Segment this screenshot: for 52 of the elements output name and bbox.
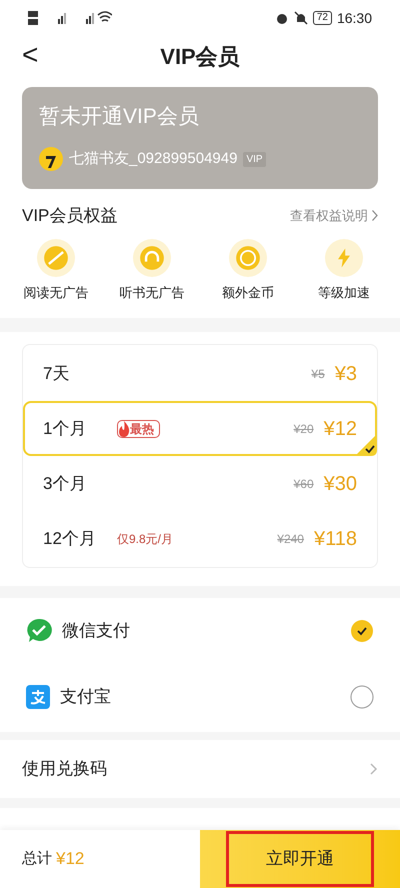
battery-level: 72: [312, 11, 332, 25]
benefit-icon: [325, 238, 363, 276]
plan-option[interactable]: 3个月 ¥60 ¥30: [23, 456, 377, 511]
plan-price: ¥30: [324, 472, 357, 496]
benefit-label: 额外金币: [222, 284, 274, 302]
benefit-icon: [229, 238, 267, 276]
plan-price: ¥12: [324, 416, 357, 442]
original-price: ¥5: [311, 366, 325, 382]
chevron-right-icon: [372, 210, 378, 222]
avatar-icon: [39, 147, 63, 171]
plan-name: 1个月: [43, 418, 88, 440]
chat-bubble-check-icon: [26, 618, 52, 644]
plan-name: 12个月: [43, 528, 97, 550]
plan-name: 7天: [43, 362, 70, 385]
plan-option[interactable]: 7天 ¥5 ¥3: [23, 346, 377, 401]
benefits-link[interactable]: 查看权益说明: [290, 206, 368, 226]
total-price: ¥12: [56, 848, 84, 870]
section-title: VIP会员权益: [22, 205, 118, 227]
redeem-code-link[interactable]: 使用兑换码: [22, 756, 370, 782]
original-price: ¥60: [294, 476, 314, 492]
membership-status: 暂未开通VIP会员: [39, 104, 200, 130]
page-title: VIP会员: [160, 42, 240, 70]
plan-option[interactable]: 12个月 仅9.8元/月 ¥240 ¥118: [23, 511, 377, 566]
clock-time: 16:30: [336, 8, 372, 28]
original-price: ¥240: [277, 530, 304, 548]
vip-badge: VIP: [243, 152, 266, 166]
username: 七猫书友_092899504949: [69, 148, 238, 169]
plan-name: 3个月: [43, 472, 88, 495]
payment-label[interactable]: 微信支付: [62, 618, 340, 644]
tag-text: 最热: [130, 420, 154, 436]
signal-icon: [28, 9, 112, 27]
benefit-label: 听书无广告: [120, 284, 184, 302]
benefit-label: 阅读无广告: [24, 284, 88, 302]
plan-note: 仅9.8元/月: [117, 530, 174, 548]
plan-option[interactable]: 1个月 最热 ¥20 ¥12: [23, 401, 377, 456]
payment-label[interactable]: 支付宝: [60, 684, 340, 710]
benefit-icon: [133, 238, 171, 276]
benefit-icon: [37, 238, 75, 276]
radio-empty-icon[interactable]: [350, 685, 374, 709]
benefit-label: 等级加速: [318, 284, 370, 302]
activate-button[interactable]: 立即开通: [226, 831, 374, 887]
plan-price: ¥3: [334, 362, 357, 386]
back-button[interactable]: <: [22, 40, 38, 70]
chevron-right-icon: [370, 763, 378, 775]
total-label: 总计: [22, 848, 52, 869]
original-price: ¥20: [294, 420, 314, 438]
flame-icon: [118, 420, 130, 436]
selected-check-icon: [355, 434, 377, 456]
plan-price: ¥118: [314, 526, 357, 552]
pay-app-icon: [26, 685, 50, 709]
muted-bell-icon: [294, 11, 308, 25]
radio-checked-icon[interactable]: [350, 619, 374, 643]
